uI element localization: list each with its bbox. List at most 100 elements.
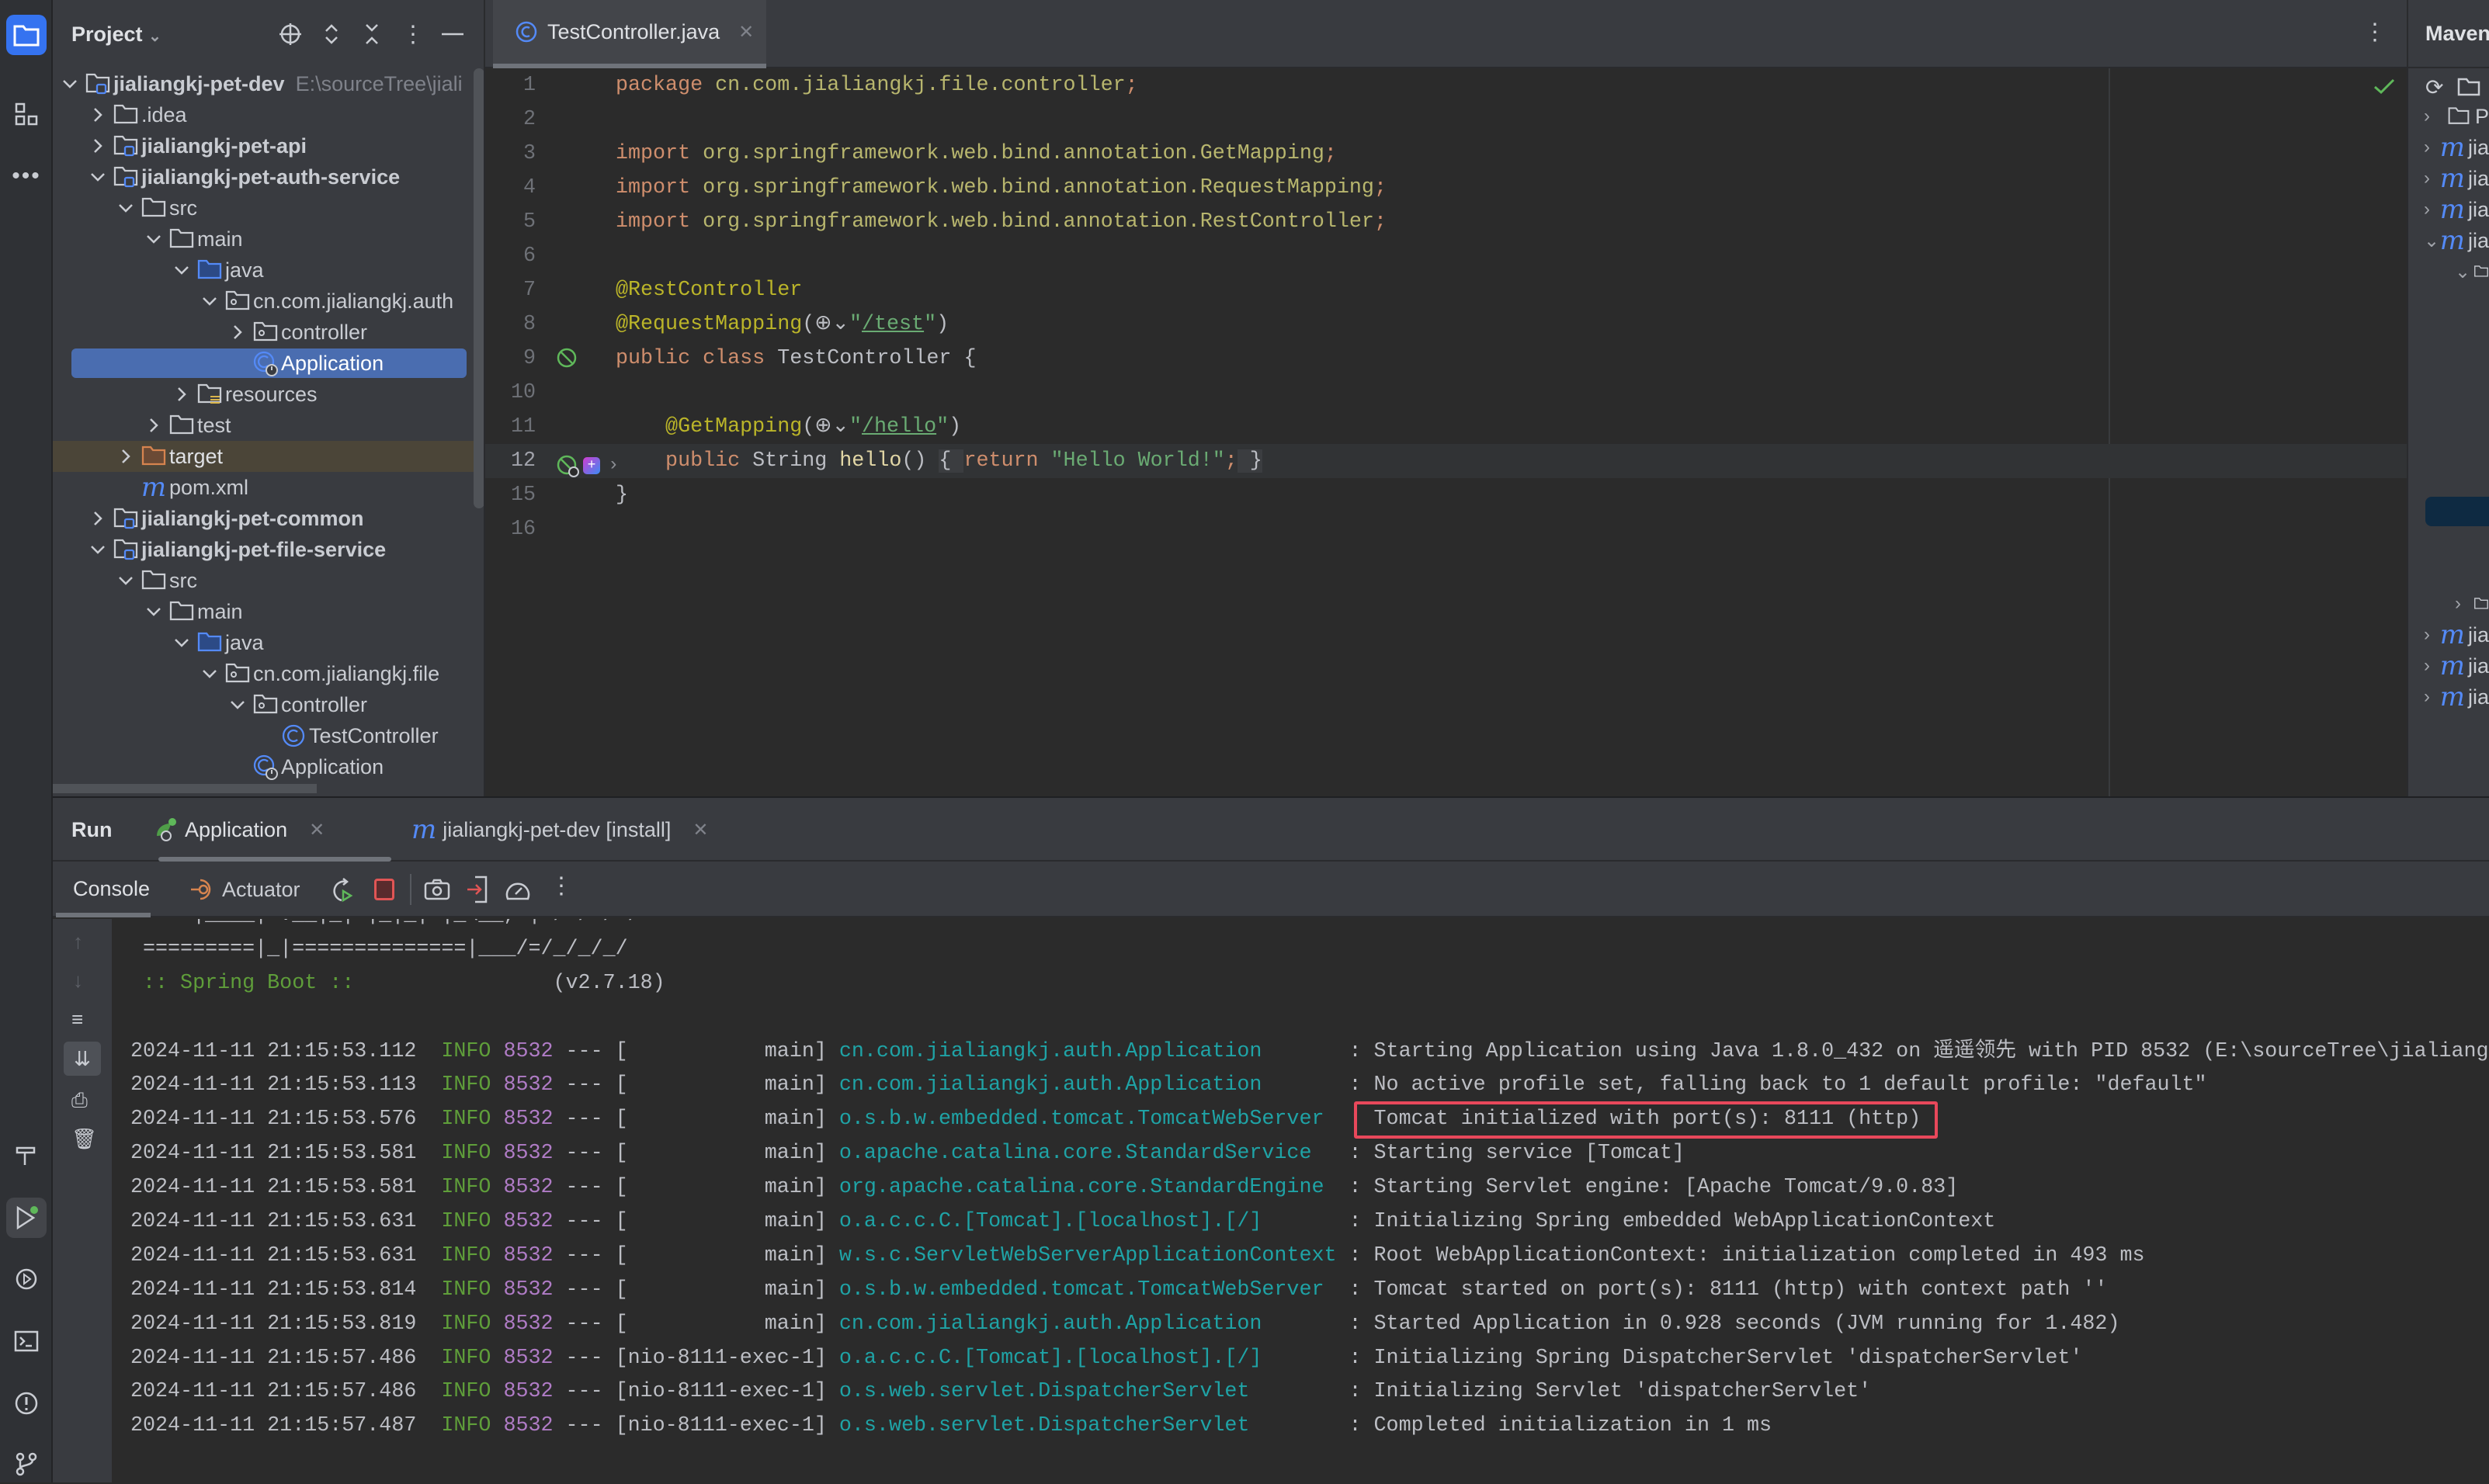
run-tab-maven-install[interactable]: m jialiangkj-pet-dev [install] ✕	[411, 798, 709, 862]
trash-icon[interactable]: 🗑︎	[71, 1127, 97, 1151]
build-tool-button[interactable]	[6, 1136, 47, 1176]
chevron-down-icon[interactable]: ⌄	[2455, 261, 2473, 283]
tree-item[interactable]: java	[53, 255, 484, 286]
maven-tree-item[interactable]: › m jia	[2408, 132, 2489, 163]
chevron-right-icon[interactable]: ›	[2424, 168, 2440, 189]
chevron-down-icon[interactable]	[84, 541, 112, 558]
git-tool-button[interactable]	[6, 1444, 47, 1484]
hide-panel-button[interactable]	[439, 20, 467, 48]
close-tab-icon[interactable]: ✕	[738, 21, 754, 43]
tree-item[interactable]: target	[53, 441, 484, 472]
code-line[interactable]: 15}	[485, 478, 2407, 512]
editor-tab-testcontroller[interactable]: TestController.java ✕	[493, 0, 766, 68]
tree-item[interactable]: jialiangkj-pet-auth-service	[53, 161, 484, 192]
reload-icon[interactable]: ⟳	[2425, 75, 2443, 100]
editor-options-icon[interactable]: ⋮	[2363, 19, 2387, 46]
code-line[interactable]: 4 import org.springframework.web.bind.ann…	[485, 171, 2407, 205]
tree-item[interactable]: m pom.xml	[53, 472, 484, 503]
tree-item[interactable]: jialiangkj-pet-api	[53, 130, 484, 161]
soft-wrap-icon[interactable]: ≡	[71, 1007, 83, 1032]
stop-button[interactable]	[374, 879, 394, 900]
tree-item[interactable]: cn.com.jialiangkj.auth	[53, 286, 484, 317]
code-line[interactable]: 6	[485, 239, 2407, 273]
scroll-to-end-icon[interactable]: ⇊	[64, 1042, 101, 1076]
tree-item[interactable]: Application	[53, 348, 484, 379]
bean-icon[interactable]	[555, 346, 580, 371]
tree-item[interactable]: test	[53, 410, 484, 441]
console-output[interactable]: ' |____| .__|_| |_|_| |_\__, | / / / / =…	[112, 919, 2489, 1482]
maven-tree-item[interactable]: ›	[2408, 588, 2489, 619]
chevron-right-icon[interactable]	[84, 106, 112, 123]
more-tools-button[interactable]: •••	[6, 156, 47, 196]
chevron-down-icon[interactable]	[140, 603, 168, 620]
locate-button[interactable]	[276, 20, 304, 48]
close-tab-icon[interactable]: ✕	[693, 819, 708, 841]
chevron-down-icon[interactable]	[168, 262, 196, 279]
chevron-right-icon[interactable]	[112, 448, 140, 465]
chevron-right-icon[interactable]: ›	[2424, 655, 2440, 677]
maven-tree-item[interactable]: ⌄	[2408, 256, 2489, 287]
terminal-tool-button[interactable]	[6, 1321, 47, 1361]
close-tab-icon[interactable]: ✕	[309, 819, 325, 841]
tree-item[interactable]: Application	[53, 751, 484, 782]
code-line[interactable]: 9 public class TestController {	[485, 342, 2407, 376]
code-line[interactable]: 3 import org.springframework.web.bind.ann…	[485, 137, 2407, 171]
tree-item[interactable]: resources	[53, 379, 484, 410]
chevron-right-icon[interactable]	[84, 510, 112, 527]
chevron-right-icon[interactable]	[224, 324, 252, 341]
project-scrollbar[interactable]	[474, 68, 484, 508]
chevron-down-icon[interactable]	[196, 665, 224, 682]
code-line[interactable]: 1 package cn.com.jialiangkj.file.controll…	[485, 68, 2407, 102]
maven-tree-item[interactable]: › P	[2408, 101, 2489, 132]
exit-icon[interactable]	[466, 875, 489, 903]
tree-item[interactable]: jialiangkj-pet-dev E:\sourceTree\jiali	[53, 68, 484, 99]
options-button[interactable]: ⋮	[399, 20, 427, 48]
maven-tree-item[interactable]: › m jia	[2408, 650, 2489, 681]
chevron-down-icon[interactable]	[84, 168, 112, 186]
services-tool-button[interactable]	[6, 1259, 47, 1299]
ai-icon[interactable]: +	[583, 457, 600, 474]
chevron-down-icon[interactable]	[196, 293, 224, 310]
chevron-right-icon[interactable]	[84, 137, 112, 154]
project-view-selector[interactable]: Project ⌄	[71, 23, 161, 47]
structure-tool-button[interactable]	[6, 94, 47, 134]
code-line[interactable]: 12 + › public String hello() { return "Hel…	[485, 444, 2407, 478]
maven-tree-item[interactable]: › m jia	[2408, 619, 2489, 650]
chevron-down-icon[interactable]	[224, 696, 252, 713]
endpoint-icon[interactable]	[555, 453, 580, 478]
scroll-up-icon[interactable]: ↑	[73, 930, 83, 954]
chevron-down-icon[interactable]: ⌄	[2424, 230, 2440, 252]
code-line[interactable]: 10	[485, 376, 2407, 410]
console-tab[interactable]: Console	[73, 877, 150, 901]
chevron-down-icon[interactable]	[112, 572, 140, 589]
chevron-right-icon[interactable]: ›	[2424, 106, 2446, 127]
run-tab-application[interactable]: Application ✕	[154, 798, 325, 862]
expand-all-button[interactable]	[318, 20, 345, 48]
chevron-down-icon[interactable]	[112, 199, 140, 217]
chevron-right-icon[interactable]: ›	[2424, 686, 2440, 708]
tree-item[interactable]: controller	[53, 317, 484, 348]
camera-icon[interactable]	[424, 877, 450, 902]
problems-tool-button[interactable]	[6, 1383, 47, 1423]
tree-item[interactable]: .idea	[53, 99, 484, 130]
chevron-right-icon[interactable]: ›	[2424, 624, 2440, 646]
code-line[interactable]: 7 @RestController	[485, 273, 2407, 307]
print-icon[interactable]: ⎙	[71, 1088, 88, 1113]
tree-item[interactable]: main	[53, 224, 484, 255]
maven-tree-item[interactable]: › m jia	[2408, 681, 2489, 713]
chevron-down-icon[interactable]	[140, 231, 168, 248]
tree-item[interactable]: jialiangkj-pet-common	[53, 503, 484, 534]
chevron-down-icon[interactable]	[168, 634, 196, 651]
tree-item[interactable]: controller	[53, 689, 484, 720]
code-line[interactable]: 5 import org.springframework.web.bind.ann…	[485, 205, 2407, 239]
code-area[interactable]: 1 package cn.com.jialiangkj.file.controll…	[485, 68, 2407, 546]
maven-tree-item[interactable]: › m jia	[2408, 194, 2489, 225]
actuator-tab[interactable]: Actuator	[189, 862, 300, 917]
tree-item[interactable]: java	[53, 627, 484, 658]
more-vertical-icon[interactable]: ⋮	[550, 872, 573, 900]
tree-item[interactable]: src	[53, 565, 484, 596]
code-line[interactable]: 16	[485, 512, 2407, 546]
code-line[interactable]: 11 @GetMapping(⊕⌄"/hello")	[485, 410, 2407, 444]
project-tool-button[interactable]	[6, 15, 47, 55]
tree-item[interactable]: cn.com.jialiangkj.file	[53, 658, 484, 689]
